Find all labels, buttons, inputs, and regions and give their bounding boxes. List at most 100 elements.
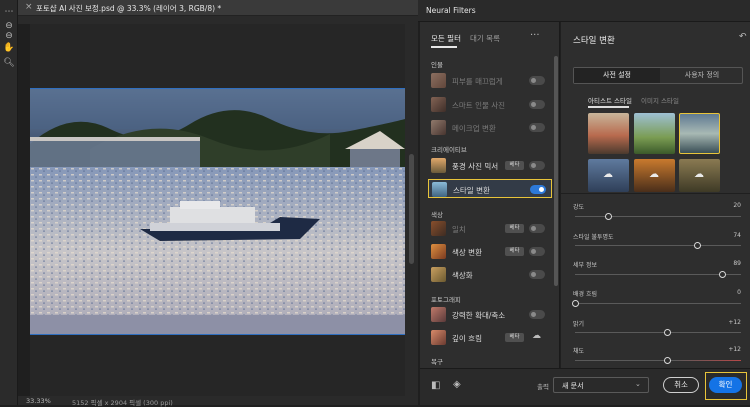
ruler (18, 16, 418, 24)
reset-icon[interactable]: ↶ (739, 32, 747, 42)
category-restoration: 복구 (431, 358, 443, 366)
output-value: 새 문서 (562, 382, 584, 390)
settings-title: 스타일 변환 (573, 36, 615, 46)
filter-skin-smoothing[interactable]: 피부를 매끄럽게 (428, 71, 552, 90)
landscape-mixer-toggle[interactable] (529, 161, 545, 170)
segment-custom[interactable]: 사용자 정의 (660, 68, 744, 83)
canvas-vertical-scrollbar[interactable] (405, 24, 418, 396)
category-color: 색상 (431, 211, 443, 219)
style-swatch-1[interactable] (588, 113, 629, 154)
chevron-down-icon: ⌄ (635, 380, 641, 388)
category-portrait: 인물 (431, 61, 443, 69)
filter-label: 색상 변환 (452, 248, 482, 257)
beta-badge: 베타 (505, 247, 524, 256)
filter-label: 스타일 변환 (453, 186, 490, 195)
slider-knob[interactable] (719, 271, 727, 278)
layers-icon[interactable]: ◈ (453, 379, 461, 390)
colorize-thumbnail (431, 267, 446, 282)
zoom-out-icon[interactable]: ⊖ (2, 30, 16, 42)
filter-list-scrollbar[interactable] (554, 56, 558, 286)
zoom-icon[interactable]: 🔍︎ (2, 57, 16, 69)
filter-landscape-mixer[interactable]: 풍경 사진 믹서 베타 (428, 156, 552, 175)
ok-button[interactable]: 확인 (709, 377, 742, 393)
slider-track[interactable] (575, 329, 741, 336)
cancel-button[interactable]: 취소 (663, 377, 699, 393)
style-transfer-toggle[interactable] (530, 185, 546, 194)
smart-portrait-toggle[interactable] (529, 100, 545, 109)
harmonization-toggle[interactable] (529, 224, 545, 233)
filter-depth-blur[interactable]: 깊이 흐림 베타 ☁ (428, 328, 552, 347)
document-image[interactable] (30, 88, 405, 335)
document-tab[interactable]: × 포토샵 AI 사진 보정.psd @ 33.3% (레이어 3, RGB/8… (18, 0, 418, 16)
filter-label: 강력한 확대/축소 (452, 311, 506, 320)
slider-knob[interactable] (664, 329, 672, 336)
style-swatch-6[interactable]: ☁ (679, 159, 720, 192)
style-swatch-2[interactable] (634, 113, 675, 154)
slider-track[interactable] (575, 357, 741, 364)
cloud-download-icon[interactable]: ☁ (649, 169, 659, 180)
harmonization-thumbnail (431, 221, 446, 236)
slider-value: 89 (733, 260, 741, 267)
cloud-download-icon[interactable]: ☁ (603, 169, 613, 180)
slider-track[interactable] (575, 242, 741, 249)
cloud-download-icon[interactable]: ☁ (532, 331, 544, 343)
slider-label: 세부 정보 (573, 262, 597, 269)
slider-label: 스타일 불투명도 (573, 234, 614, 241)
style-transfer-thumbnail (432, 182, 447, 197)
close-tab-icon[interactable]: × (25, 2, 33, 12)
neural-filters-titlebar: Neural Filters (418, 0, 750, 22)
hand-icon[interactable]: ✋ (2, 42, 16, 54)
output-select[interactable]: 새 문서 ⌄ (553, 377, 649, 393)
filter-label: 스마트 인물 사진 (452, 101, 506, 110)
filter-colorize[interactable]: 색상화 (428, 265, 552, 284)
slider-value: +12 (728, 346, 741, 353)
cloud-download-icon[interactable]: ☁ (694, 169, 704, 180)
zoom-level[interactable]: 33.33% (26, 397, 51, 405)
active-tab-underline (431, 46, 457, 48)
compare-icon[interactable]: ◧ (431, 380, 440, 391)
slider-label: 강도 (573, 204, 585, 211)
filter-label: 깊이 흐림 (452, 334, 482, 343)
filter-harmonization[interactable]: 일치 베타 (428, 219, 552, 238)
filter-style-transfer[interactable]: 스타일 변환 (428, 179, 552, 198)
slider-track[interactable] (571, 300, 741, 307)
filter-label: 풍경 사진 믹서 (452, 162, 499, 171)
category-creative: 크리에이티브 (431, 146, 467, 154)
slider-knob[interactable] (604, 213, 612, 220)
dots-icon[interactable]: ⋯ (2, 6, 16, 18)
style-swatch-5[interactable]: ☁ (634, 159, 675, 192)
tab-waitlist[interactable]: 대기 목록 (470, 33, 500, 44)
style-swatch-3-selected[interactable] (679, 113, 720, 154)
color-transfer-toggle[interactable] (529, 247, 545, 256)
tab-artist-style[interactable]: 아티스트 스타일 (588, 95, 632, 105)
slider-knob[interactable] (664, 357, 672, 364)
slider-knob[interactable] (571, 300, 579, 307)
filter-makeup-transfer[interactable]: 메이크업 변환 (428, 118, 552, 137)
filter-color-transfer[interactable]: 색상 변환 베타 (428, 242, 552, 261)
slider-knob[interactable] (694, 242, 702, 249)
slider-value: 0 (737, 289, 741, 296)
ok-button-highlight: 확인 (705, 372, 747, 400)
makeup-transfer-toggle[interactable] (529, 123, 545, 132)
skin-smoothing-thumbnail (431, 73, 446, 88)
super-zoom-toggle[interactable] (529, 310, 545, 319)
style-swatch-4[interactable]: ☁ (588, 159, 629, 192)
filter-smart-portrait[interactable]: 스마트 인물 사진 (428, 95, 552, 114)
tab-image-style[interactable]: 이미지 스타일 (641, 95, 679, 105)
skin-smoothing-toggle[interactable] (529, 76, 545, 85)
category-photography: 포토그래피 (431, 296, 461, 304)
segment-presets[interactable]: 사전 설정 (574, 68, 660, 83)
super-zoom-thumbnail (431, 307, 446, 322)
filter-super-zoom[interactable]: 강력한 확대/축소 (428, 305, 552, 324)
tab-all-filters[interactable]: 모든 필터 (431, 33, 461, 44)
more-options-icon[interactable]: ··· (530, 30, 540, 41)
tool-strip: ⋯ ⊖ ⊖ ✋ 🔍︎ (0, 0, 18, 405)
filter-label: 메이크업 변환 (452, 124, 496, 133)
colorize-toggle[interactable] (529, 270, 545, 279)
slider-label: 배경 흐림 (573, 291, 597, 298)
slider-value: 20 (733, 202, 741, 209)
slider-track[interactable] (575, 213, 741, 220)
slider-track[interactable] (575, 271, 741, 278)
preset-custom-segmented-control: 사전 설정 사용자 정의 (573, 67, 743, 84)
landscape-mixer-thumbnail (431, 158, 446, 173)
